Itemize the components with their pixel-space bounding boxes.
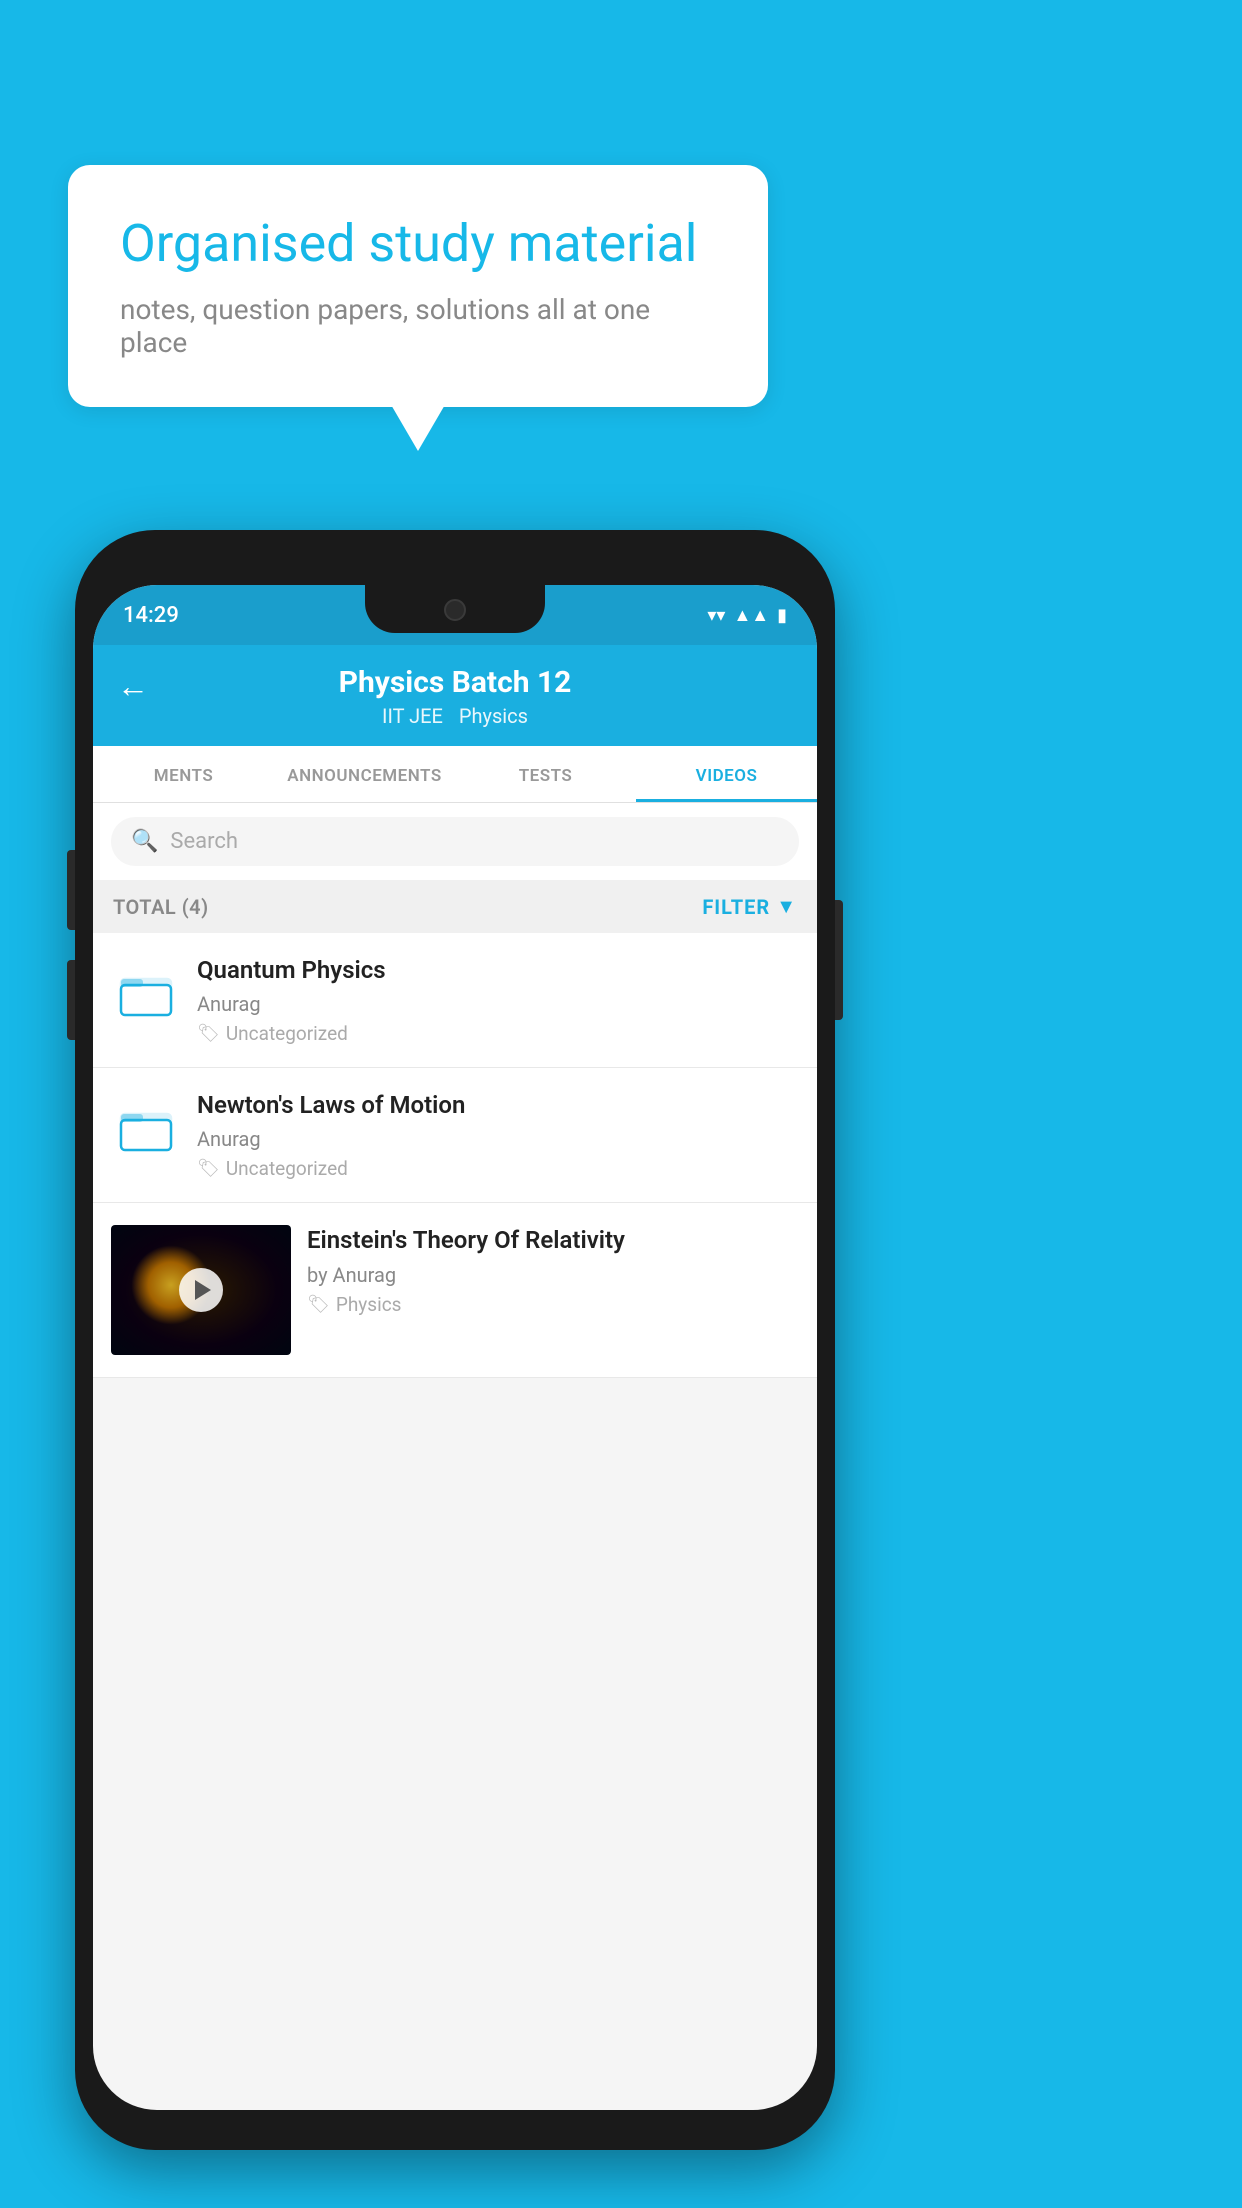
tag-label: Physics <box>336 1293 402 1316</box>
folder-icon <box>111 1094 181 1164</box>
volume-down-button <box>67 960 75 1040</box>
play-triangle-icon <box>195 1280 211 1300</box>
filter-label: FILTER <box>702 895 770 919</box>
tab-announcements[interactable]: ANNOUNCEMENTS <box>274 746 455 802</box>
video-thumbnail <box>111 1225 291 1355</box>
video-info: Newton's Laws of Motion Anurag 🏷 Uncateg… <box>197 1090 799 1180</box>
power-button <box>835 900 843 1020</box>
list-item[interactable]: Einstein's Theory Of Relativity by Anura… <box>93 1203 817 1378</box>
app-subtitle: IIT JEE Physics <box>382 704 528 728</box>
volume-up-button <box>67 850 75 930</box>
search-bar: 🔍 Search <box>93 803 817 880</box>
tag-iit: IIT JEE <box>382 704 443 728</box>
video-title: Einstein's Theory Of Relativity <box>307 1225 799 1256</box>
play-button[interactable] <box>179 1268 223 1312</box>
phone-notch <box>365 585 545 633</box>
bubble-title: Organised study material <box>120 213 716 275</box>
video-author: Anurag <box>197 992 799 1016</box>
phone-frame: 14:29 ▾▾ ▲▲ ▮ ← Physics Batch 12 IIT JEE… <box>75 530 835 2150</box>
wifi-icon: ▾▾ <box>707 605 725 626</box>
tag-icon: 🏷 <box>307 1294 330 1315</box>
total-count: TOTAL (4) <box>113 895 209 919</box>
status-time: 14:29 <box>123 603 179 628</box>
battery-icon: ▮ <box>777 605 787 626</box>
status-icons: ▾▾ ▲▲ ▮ <box>707 605 787 626</box>
app-title: Physics Batch 12 <box>339 665 572 700</box>
bubble-subtitle: notes, question papers, solutions all at… <box>120 293 716 359</box>
tab-ments[interactable]: MENTS <box>93 746 274 802</box>
search-input[interactable]: Search <box>170 829 238 854</box>
tag-icon: 🏷 <box>197 1023 220 1044</box>
speech-bubble: Organised study material notes, question… <box>68 165 768 407</box>
tab-tests[interactable]: TESTS <box>455 746 636 802</box>
camera-icon <box>444 599 466 621</box>
video-info: Einstein's Theory Of Relativity by Anura… <box>307 1225 799 1315</box>
filter-bar: TOTAL (4) FILTER ▼ <box>93 880 817 933</box>
video-list: Quantum Physics Anurag 🏷 Uncategorized <box>93 933 817 1378</box>
signal-icon: ▲▲ <box>733 605 769 626</box>
list-item[interactable]: Quantum Physics Anurag 🏷 Uncategorized <box>93 933 817 1068</box>
app-header: ← Physics Batch 12 IIT JEE Physics <box>93 645 817 746</box>
video-title: Newton's Laws of Motion <box>197 1090 799 1121</box>
back-button[interactable]: ← <box>117 667 149 705</box>
video-tag: 🏷 Physics <box>307 1293 799 1316</box>
phone-screen: 14:29 ▾▾ ▲▲ ▮ ← Physics Batch 12 IIT JEE… <box>93 585 817 2110</box>
tag-label: Uncategorized <box>226 1022 348 1045</box>
video-tag: 🏷 Uncategorized <box>197 1157 799 1180</box>
list-item[interactable]: Newton's Laws of Motion Anurag 🏷 Uncateg… <box>93 1068 817 1203</box>
video-author: by Anurag <box>307 1263 799 1287</box>
tab-videos[interactable]: VIDEOS <box>636 746 817 802</box>
tag-physics: Physics <box>459 704 528 728</box>
search-input-wrap[interactable]: 🔍 Search <box>111 817 799 866</box>
filter-button[interactable]: FILTER ▼ <box>702 894 797 919</box>
video-title: Quantum Physics <box>197 955 799 986</box>
tag-label: Uncategorized <box>226 1157 348 1180</box>
video-tag: 🏷 Uncategorized <box>197 1022 799 1045</box>
video-info: Quantum Physics Anurag 🏷 Uncategorized <box>197 955 799 1045</box>
folder-icon <box>111 959 181 1029</box>
tag-icon: 🏷 <box>197 1158 220 1179</box>
video-author: Anurag <box>197 1127 799 1151</box>
filter-icon: ▼ <box>776 894 797 919</box>
tabs-bar: MENTS ANNOUNCEMENTS TESTS VIDEOS <box>93 746 817 803</box>
search-icon: 🔍 <box>131 829 158 854</box>
